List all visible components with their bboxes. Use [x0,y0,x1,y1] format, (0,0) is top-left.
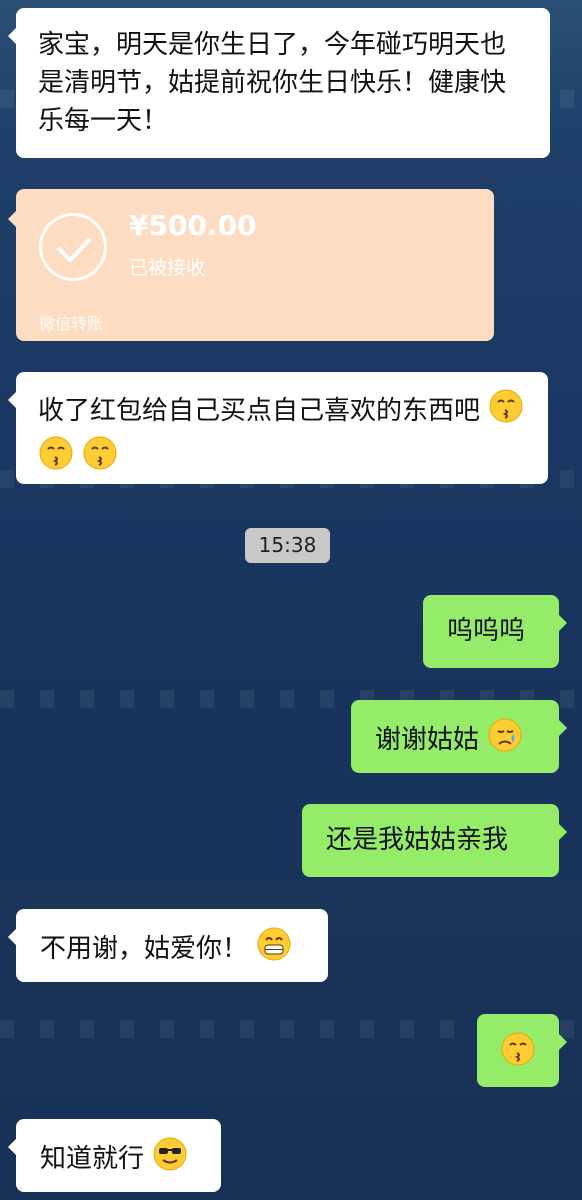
message-bubble-7[interactable] [477,1014,567,1087]
message-bubble-3[interactable]: 呜呜呜 [423,595,567,668]
timestamp-label: 15:38 [245,528,330,563]
message-bubble-4[interactable]: 谢谢姑姑 [351,700,567,773]
sunglasses-face-icon [152,1136,188,1183]
grinning-face-icon [256,926,292,973]
kissing-face-icon [82,435,118,482]
transfer-amount: ¥500.00 [129,209,257,242]
kissing-face-icon [38,435,74,482]
message-bubble-2[interactable]: 收了红包给自己买点自己喜欢的东西吧 [8,372,548,484]
message-bubble-6[interactable]: 不用谢，姑爱你！ [8,909,328,982]
message-bubble-8[interactable]: 知道就行 [8,1119,221,1192]
message-bubble-1[interactable]: 家宝，明天是你生日了，今年碰巧明天也是清明节，姑提前祝你生日快乐！健康快乐每一天… [8,8,550,158]
message-text: 收了红包给自己买点自己喜欢的东西吧 [38,396,481,426]
message-text: 知道就行 [40,1144,145,1174]
transfer-status: 已被接收 [129,257,206,279]
message-text: 呜呜呜 [447,616,526,646]
transfer-footer: 微信转账 [39,314,104,333]
crying-face-icon [487,717,523,764]
kissing-face-icon [488,388,524,435]
wechat-transfer-card[interactable]: ¥500.00 已被接收 微信转账 [8,189,494,341]
message-text: 谢谢姑姑 [375,725,480,755]
check-circle-icon [39,213,107,281]
message-text: 家宝，明天是你生日了，今年碰巧明天也是清明节，姑提前祝你生日快乐！健康快乐每一天… [38,30,507,136]
message-text: 不用谢，姑爱你！ [40,934,249,964]
message-bubble-5[interactable]: 还是我姑姑亲我 [302,804,567,877]
message-text: 还是我姑姑亲我 [326,825,509,855]
kissing-face-icon [500,1031,536,1078]
